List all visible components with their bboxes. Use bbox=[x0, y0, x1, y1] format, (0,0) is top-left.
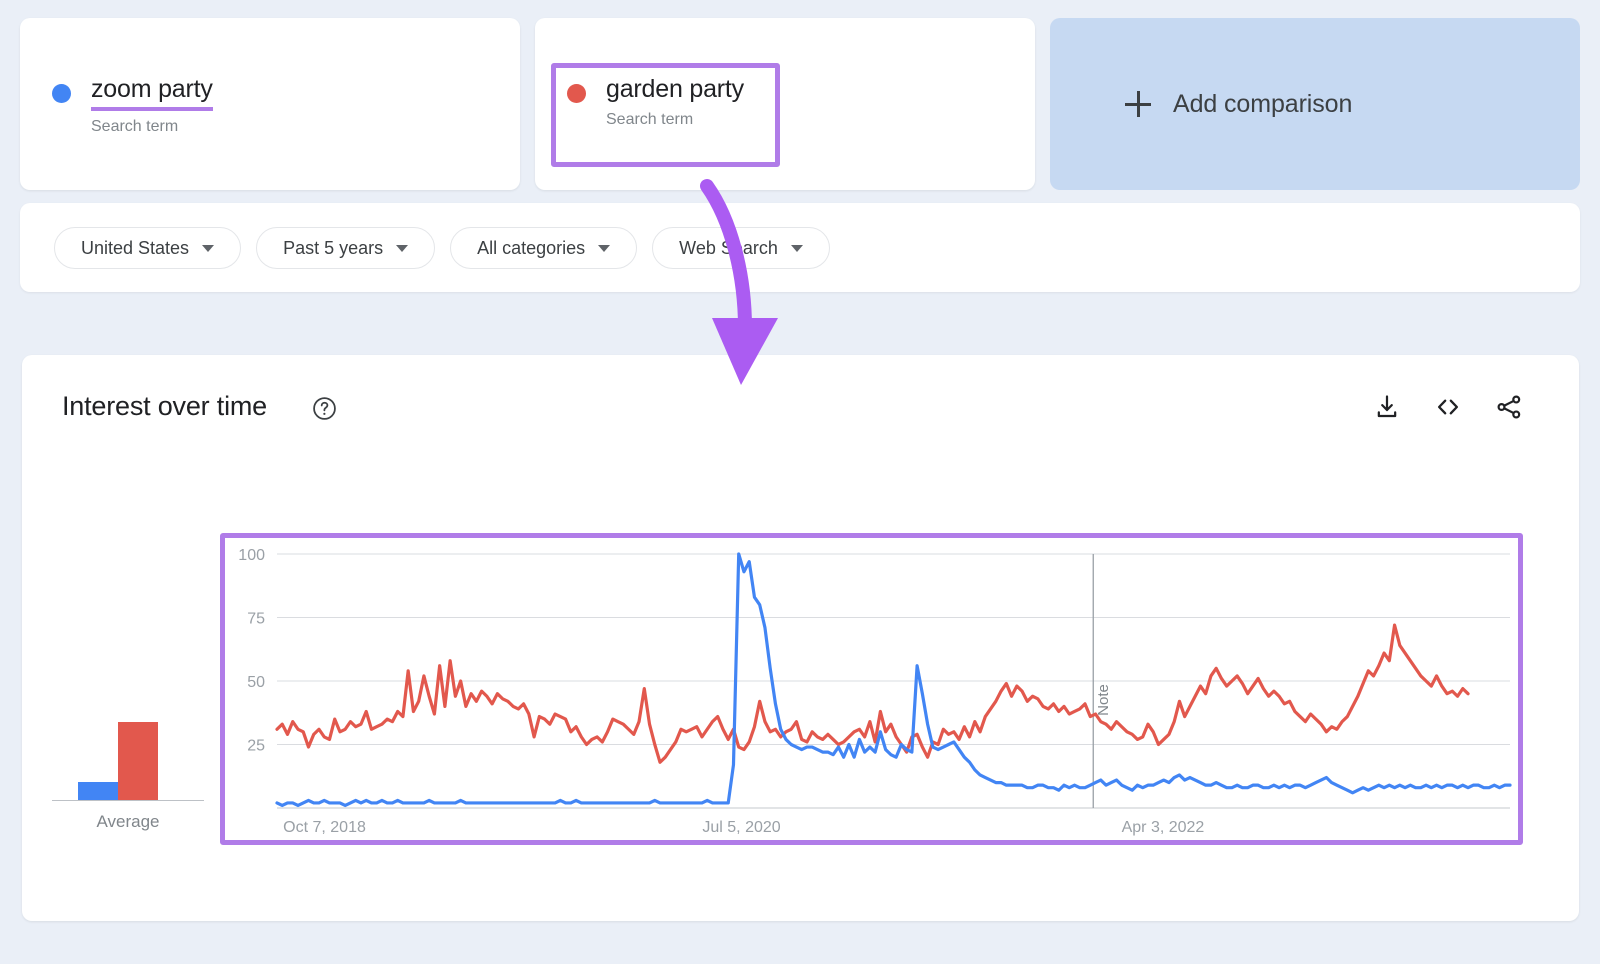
add-comparison-label: Add comparison bbox=[1173, 90, 1352, 119]
filter-bar: United States Past 5 years All categorie… bbox=[20, 203, 1580, 292]
trends-line-chart-svg: 25 50 75 100 Note Oct 7, 2018 Jul 5, 2020 Apr 3… bbox=[225, 538, 1518, 840]
filter-category-label: All categories bbox=[477, 238, 585, 259]
series-color-dot-red bbox=[567, 84, 586, 103]
filter-location-label: United States bbox=[81, 238, 189, 259]
search-term-card-1[interactable]: garden party Search term bbox=[535, 18, 1035, 190]
search-term-type-0: Search term bbox=[91, 118, 213, 136]
google-trends-page: zoom party Search term garden party Sear… bbox=[0, 0, 1600, 964]
help-circle-icon[interactable] bbox=[312, 396, 337, 421]
filter-category-dropdown[interactable]: All categories bbox=[450, 227, 637, 269]
x-axis-tick-1: Jul 5, 2020 bbox=[702, 819, 780, 836]
plus-icon bbox=[1125, 91, 1151, 117]
search-term-text-0: zoom party Search term bbox=[91, 75, 213, 136]
embed-code-icon[interactable] bbox=[1434, 393, 1462, 421]
chart-note-label: Note bbox=[1095, 684, 1112, 716]
interest-over-time-chart[interactable]: 25 50 75 100 Note Oct 7, 2018 Jul 5, 2020 Apr 3… bbox=[225, 538, 1518, 840]
add-comparison-button[interactable]: Add comparison bbox=[1050, 18, 1580, 190]
chevron-down-icon bbox=[202, 245, 214, 252]
filter-chips: United States Past 5 years All categorie… bbox=[54, 227, 830, 269]
search-term-label-0: zoom party bbox=[91, 75, 213, 111]
download-icon[interactable] bbox=[1373, 393, 1401, 421]
chevron-down-icon bbox=[396, 245, 408, 252]
x-axis-tick-2: Apr 3, 2022 bbox=[1122, 819, 1205, 836]
x-axis-tick-0: Oct 7, 2018 bbox=[283, 819, 366, 836]
chevron-down-icon bbox=[598, 245, 610, 252]
search-term-text-1: garden party Search term bbox=[606, 75, 744, 129]
search-terms-row: zoom party Search term garden party Sear… bbox=[20, 18, 1580, 190]
search-term-content-0: zoom party Search term bbox=[52, 75, 213, 136]
card-action-icons bbox=[1373, 393, 1523, 421]
search-term-label-1: garden party bbox=[606, 75, 744, 104]
chart-line-zoom-party bbox=[277, 554, 1510, 805]
share-icon[interactable] bbox=[1495, 393, 1523, 421]
average-bar-chart: Average bbox=[52, 690, 204, 840]
filter-search-type-dropdown[interactable]: Web Search bbox=[652, 227, 830, 269]
y-axis-tick-100: 100 bbox=[238, 547, 265, 564]
average-bars bbox=[52, 695, 204, 800]
y-axis-tick-25: 25 bbox=[247, 738, 265, 755]
chart-line-garden-party bbox=[277, 625, 1468, 762]
filter-time-range-dropdown[interactable]: Past 5 years bbox=[256, 227, 435, 269]
average-label: Average bbox=[52, 812, 204, 832]
filter-search-type-label: Web Search bbox=[679, 238, 778, 259]
average-bar-zoom-party bbox=[78, 782, 118, 800]
interest-over-time-card: Interest over time bbox=[22, 355, 1579, 921]
average-baseline bbox=[52, 800, 204, 801]
filter-time-range-label: Past 5 years bbox=[283, 238, 383, 259]
filter-location-dropdown[interactable]: United States bbox=[54, 227, 241, 269]
search-term-content-1: garden party Search term bbox=[567, 75, 744, 129]
page-title: Interest over time bbox=[62, 391, 267, 422]
series-color-dot-blue bbox=[52, 84, 71, 103]
chevron-down-icon bbox=[791, 245, 803, 252]
y-axis-tick-50: 50 bbox=[247, 674, 265, 691]
average-bar-garden-party bbox=[118, 722, 158, 800]
search-term-card-0[interactable]: zoom party Search term bbox=[20, 18, 520, 190]
y-axis-tick-75: 75 bbox=[247, 611, 265, 628]
search-term-type-1: Search term bbox=[606, 111, 744, 129]
